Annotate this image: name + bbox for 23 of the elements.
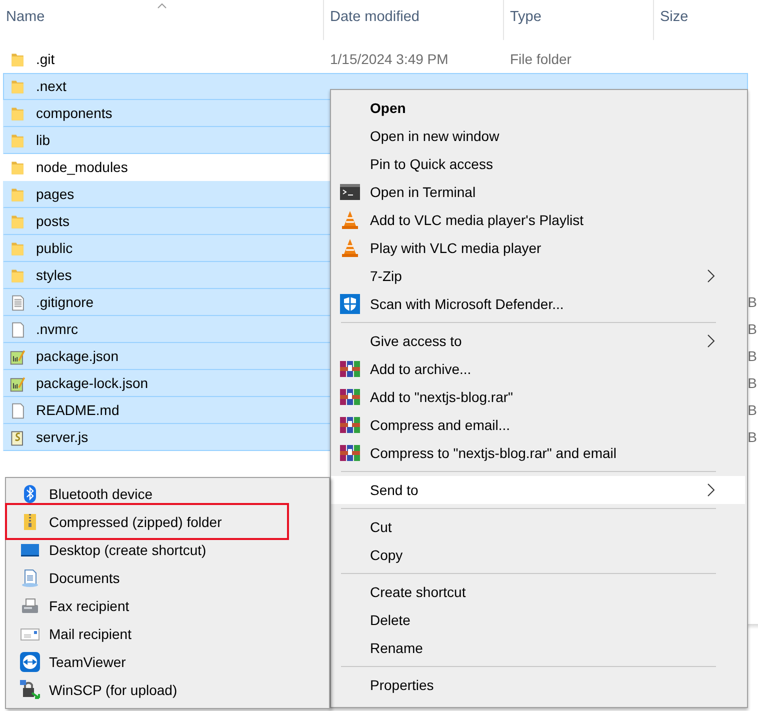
file-name: pages (36, 185, 74, 204)
file-name: .nvmrc (36, 320, 78, 339)
file-name: public (36, 239, 73, 258)
file-name: lib (36, 131, 50, 150)
size-text: B (748, 429, 757, 445)
type-text: File folder (510, 51, 572, 67)
file-name: .gitignore (36, 293, 94, 312)
size-text: B (748, 375, 757, 391)
size-text: B (748, 348, 757, 364)
file-name: styles (36, 266, 72, 285)
file-name: node_modules (36, 158, 128, 177)
size-text: B (748, 402, 757, 418)
date-text: 1/15/2024 3:49 PM (330, 51, 448, 67)
file-name: server.js (36, 428, 88, 447)
file-name: posts (36, 212, 70, 231)
file-name: package-lock.json (36, 374, 148, 393)
file-name: .git (36, 50, 55, 69)
file-name: .next (36, 77, 66, 96)
size-text: B (748, 294, 757, 310)
file-name: package.json (36, 347, 119, 366)
file-name: components (36, 104, 112, 123)
size-text: B (748, 321, 757, 337)
file-name: README.md (36, 401, 120, 420)
